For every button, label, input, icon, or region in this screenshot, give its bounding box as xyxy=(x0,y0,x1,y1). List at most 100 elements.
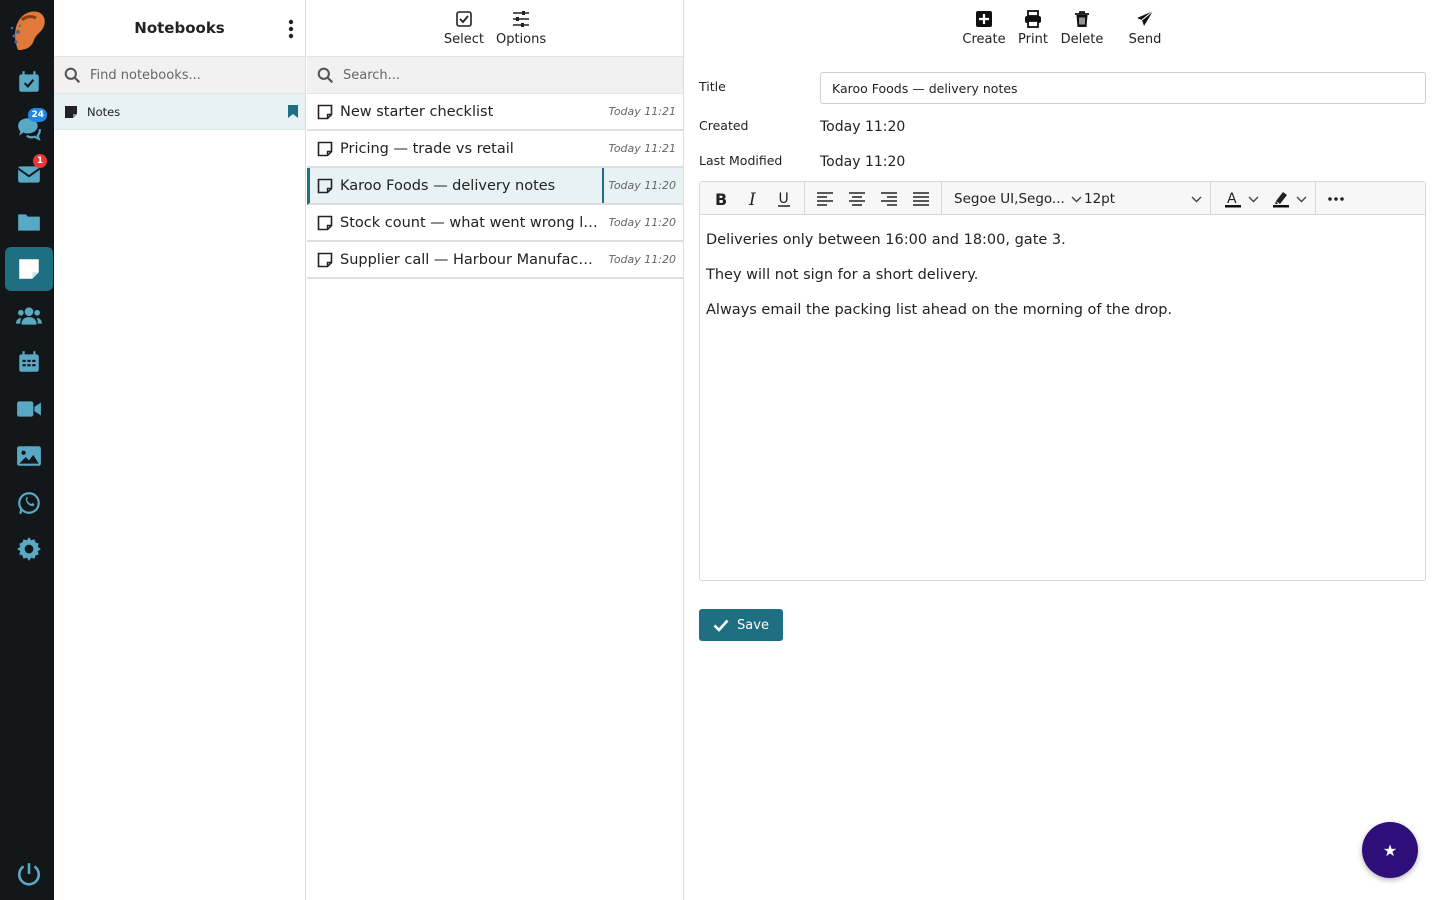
text-color-icon: A xyxy=(1224,191,1241,208)
rail-chat[interactable]: 24 xyxy=(5,106,53,150)
note-icon xyxy=(317,215,333,230)
notebooks-header: Notebooks xyxy=(54,0,305,57)
notebook-icon xyxy=(65,105,77,118)
send-button[interactable]: Send xyxy=(1127,0,1163,57)
align-center-button[interactable] xyxy=(845,186,869,212)
rail-settings[interactable] xyxy=(5,527,53,571)
notebook-item-label: Notes xyxy=(87,104,121,119)
rail-files[interactable] xyxy=(5,200,53,244)
font-size-select[interactable]: 12pt xyxy=(1084,186,1202,212)
editor-content[interactable]: Deliveries only between 16:00 and 18:00,… xyxy=(700,215,1425,354)
note-icon xyxy=(317,178,333,193)
whatsapp-icon xyxy=(18,492,40,515)
note-time: Today 11:20 xyxy=(608,179,676,192)
notes-icon xyxy=(19,259,39,279)
note-list-item[interactable]: Stock count — what went wrong la... Toda… xyxy=(307,205,683,242)
rail-calendar[interactable] xyxy=(5,340,53,384)
rail-contacts[interactable] xyxy=(5,294,53,338)
note-icon xyxy=(317,104,333,119)
editor-paragraph: They will not sign for a short delivery. xyxy=(706,267,979,283)
align-left-button[interactable] xyxy=(813,186,837,212)
highlight-color-button[interactable] xyxy=(1268,186,1310,212)
align-right-button[interactable] xyxy=(877,186,901,212)
app-rail: 24 1 xyxy=(0,0,54,900)
note-time: Today 11:21 xyxy=(608,105,676,118)
svg-text:I: I xyxy=(748,190,756,208)
save-button[interactable]: Save xyxy=(699,609,783,641)
rail-video[interactable] xyxy=(5,387,53,431)
highlighter-icon xyxy=(1272,192,1289,208)
more-vertical-icon[interactable] xyxy=(283,18,299,40)
font-size-value: 12pt xyxy=(1084,191,1116,207)
chevron-down-icon xyxy=(1248,196,1258,202)
select-label: Select xyxy=(443,31,484,47)
notebooks-panel: Notebooks Notes xyxy=(54,0,306,900)
notes-search-input[interactable] xyxy=(343,67,543,83)
chevron-down-icon xyxy=(1296,196,1306,202)
notebook-item-notes[interactable]: Notes xyxy=(54,94,305,130)
video-icon xyxy=(17,401,41,417)
note-list-item[interactable]: Pricing — trade vs retail Today 11:21 xyxy=(307,131,683,168)
star-icon: ★ xyxy=(1382,840,1398,860)
align-right-icon xyxy=(881,192,897,206)
delete-button[interactable]: Delete xyxy=(1060,0,1104,57)
print-button[interactable]: Print xyxy=(1015,0,1051,57)
create-button[interactable]: Create xyxy=(962,0,1006,57)
underline-button[interactable]: U xyxy=(772,186,796,212)
text-color-button[interactable]: A xyxy=(1220,186,1262,212)
options-label: Options xyxy=(495,31,547,47)
font-family-select[interactable]: Segoe UI,Sego... xyxy=(954,186,1082,212)
rail-logout[interactable] xyxy=(5,852,53,896)
rail-photos[interactable] xyxy=(5,434,53,478)
notebooks-title: Notebooks xyxy=(134,19,225,37)
assistant-fab[interactable]: ★ xyxy=(1362,822,1418,878)
note-list-item-selected[interactable]: Karoo Foods — delivery notes Today 11:20 xyxy=(307,168,683,205)
power-icon xyxy=(17,863,41,886)
note-title: Karoo Foods — delivery notes xyxy=(340,177,556,194)
note-icon xyxy=(317,252,333,267)
underline-icon: U xyxy=(778,191,790,207)
italic-button[interactable]: I xyxy=(740,186,764,212)
chevron-down-icon xyxy=(1191,196,1202,202)
app-logo[interactable] xyxy=(6,6,48,52)
chevron-down-icon xyxy=(1071,196,1082,202)
note-list-item[interactable]: Supplier call — Harbour Manufactu... Tod… xyxy=(307,242,683,279)
rail-tasks[interactable] xyxy=(5,60,53,104)
note-title-input[interactable] xyxy=(820,72,1426,104)
last-modified-label: Last Modified xyxy=(699,153,783,168)
plus-square-icon xyxy=(976,11,992,27)
justify-button[interactable] xyxy=(909,186,933,212)
toolbar-separator xyxy=(941,182,942,215)
select-button[interactable]: Select xyxy=(438,0,490,57)
notebook-search-input[interactable] xyxy=(90,67,290,83)
note-icon xyxy=(317,141,333,156)
note-editor-panel: Create Print Delete Send Title Created T… xyxy=(685,0,1440,900)
format-toolbar: B I U Segoe UI,Sego... 12pt A xyxy=(700,182,1425,215)
send-label: Send xyxy=(1128,32,1162,47)
rich-text-editor: B I U Segoe UI,Sego... 12pt A Deliveries… xyxy=(699,181,1426,581)
options-button[interactable]: Options xyxy=(490,0,552,57)
check-icon xyxy=(713,619,729,632)
bold-button[interactable]: B xyxy=(708,186,732,212)
svg-text:A: A xyxy=(1227,191,1237,207)
align-center-icon xyxy=(849,192,865,206)
note-title: New starter checklist xyxy=(340,103,494,120)
more-horizontal-icon xyxy=(1328,197,1344,201)
mail-unread-badge: 1 xyxy=(33,154,47,168)
more-formatting-button[interactable] xyxy=(1324,186,1348,212)
note-title: Pricing — trade vs retail xyxy=(340,140,514,157)
rail-mail[interactable]: 1 xyxy=(5,152,53,196)
title-label: Title xyxy=(699,79,726,94)
bookmark-icon[interactable] xyxy=(287,104,299,119)
svg-text:B: B xyxy=(715,190,727,208)
note-time: Today 11:20 xyxy=(608,253,676,266)
notes-list-panel: Select Options New starter checklist Tod… xyxy=(307,0,684,900)
created-label: Created xyxy=(699,118,749,133)
rail-whatsapp[interactable] xyxy=(5,481,53,525)
sliders-icon xyxy=(513,10,530,27)
search-icon xyxy=(64,67,81,83)
font-family-value: Segoe UI,Sego... xyxy=(954,191,1065,207)
note-list-item[interactable]: New starter checklist Today 11:21 xyxy=(307,94,683,131)
rail-notes[interactable] xyxy=(5,247,53,291)
photos-icon xyxy=(17,446,41,466)
